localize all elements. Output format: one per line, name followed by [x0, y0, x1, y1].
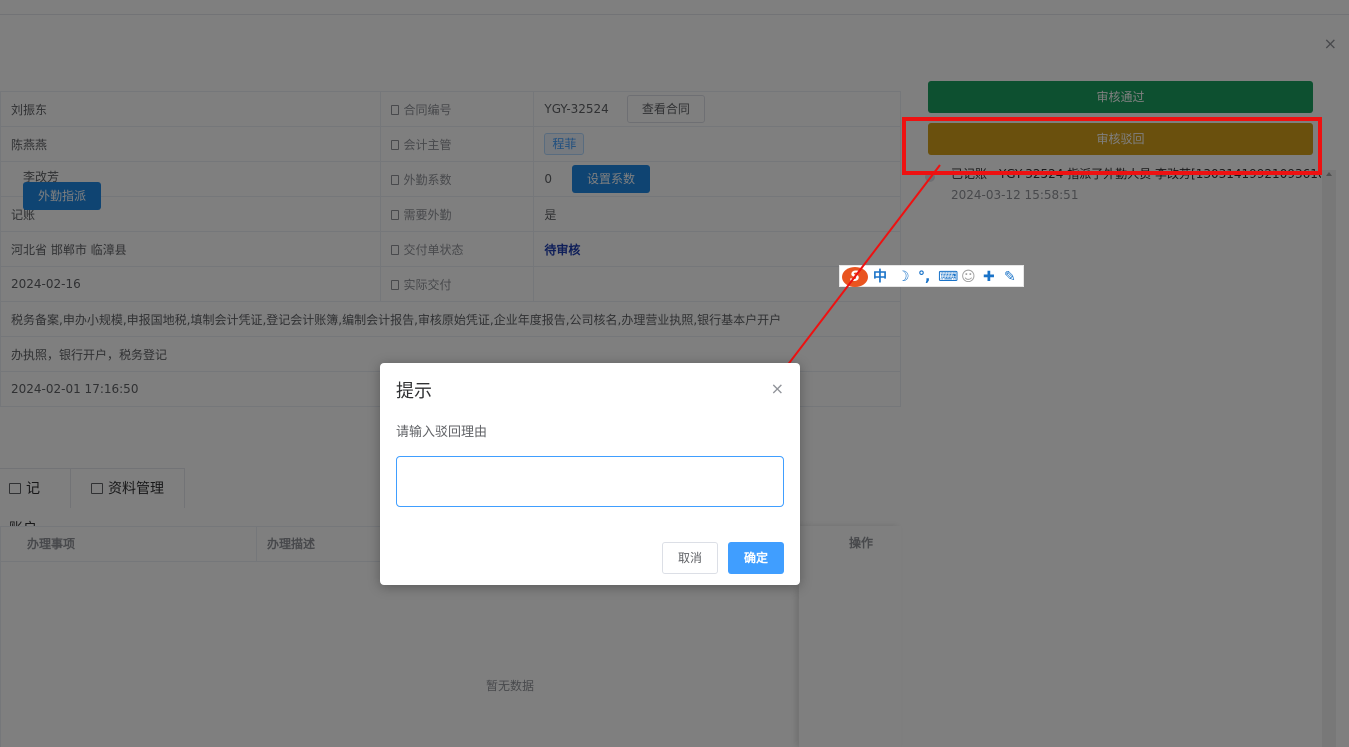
- confirm-button[interactable]: 确定: [728, 542, 784, 574]
- punctuation-icon[interactable]: °,: [918, 267, 930, 287]
- dialog-title: 提示: [396, 381, 432, 402]
- keyboard-icon[interactable]: ⌨: [938, 267, 958, 287]
- highlight-box: [902, 117, 1322, 175]
- user-icon[interactable]: ☺: [961, 267, 976, 287]
- dialog-close-icon[interactable]: ×: [771, 379, 784, 398]
- dialog-message: 请输入驳回理由: [396, 425, 488, 440]
- reject-reason-input[interactable]: [396, 456, 784, 507]
- wrench-icon[interactable]: ✎: [1004, 267, 1016, 287]
- reject-dialog: 提示 × 请输入驳回理由 取消 确定: [380, 363, 800, 585]
- moon-icon[interactable]: ☽: [897, 267, 910, 287]
- cancel-button[interactable]: 取消: [662, 542, 718, 574]
- ime-logo-icon[interactable]: S: [842, 267, 868, 287]
- skin-icon[interactable]: ✚: [983, 267, 995, 287]
- ime-toolbar: S 中 ☽ °, ⌨ ☺ ✚ ✎: [839, 265, 1024, 287]
- ime-mode-toggle[interactable]: 中: [873, 267, 887, 287]
